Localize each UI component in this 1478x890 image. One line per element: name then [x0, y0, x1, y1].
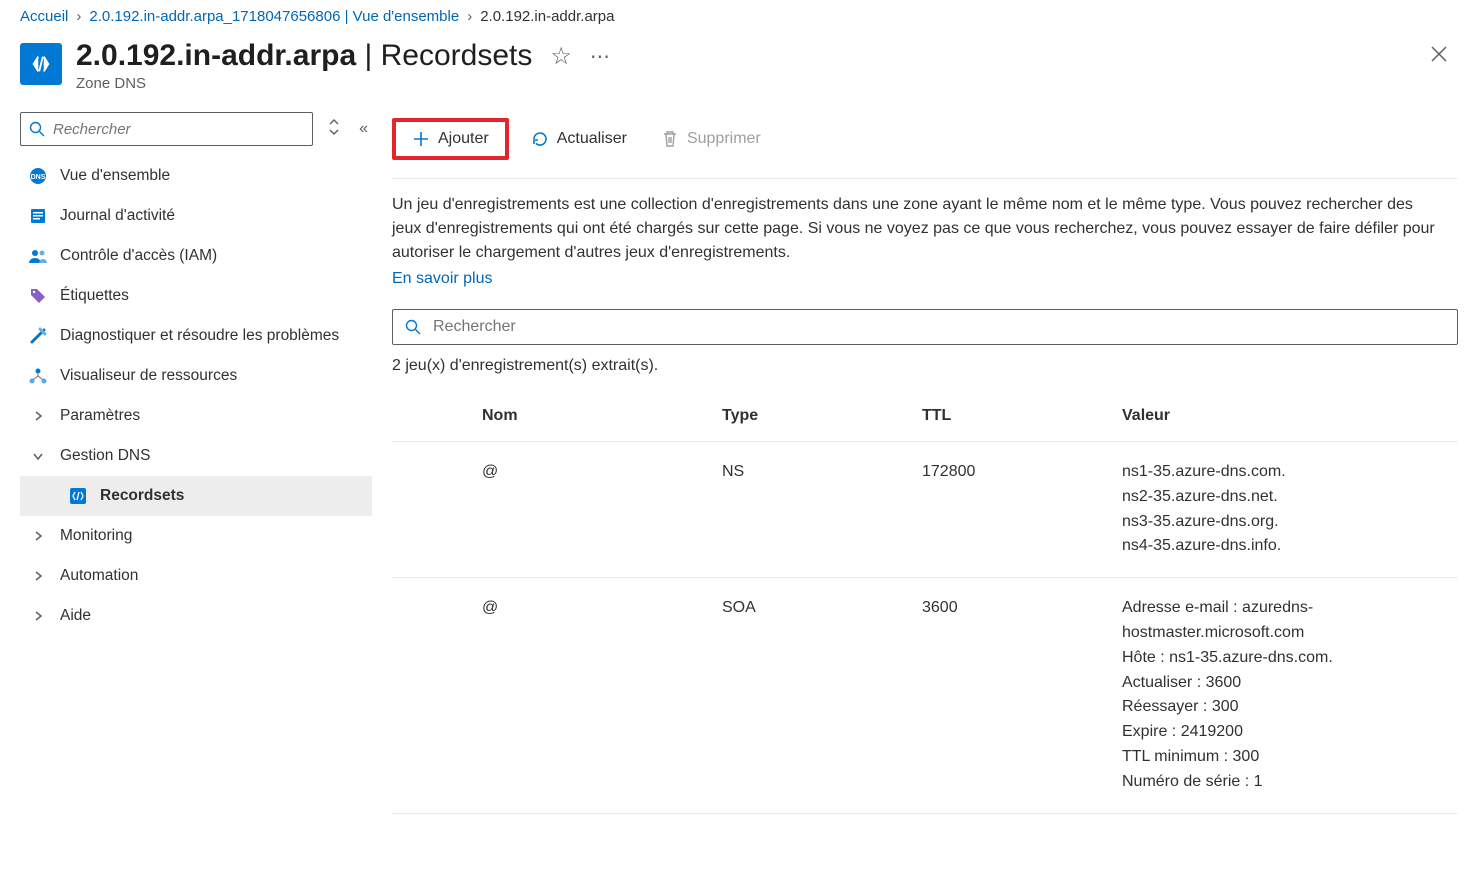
sidebar-search-input[interactable] — [53, 121, 304, 138]
col-header-type[interactable]: Type — [712, 391, 912, 442]
sidebar-item-activity-log[interactable]: Journal d'activité — [20, 196, 372, 236]
col-header-name[interactable]: Nom — [472, 391, 712, 442]
activity-log-icon — [28, 208, 48, 224]
table-header-row: Nom Type TTL Valeur — [392, 391, 1458, 442]
diagnose-icon — [28, 327, 48, 345]
recordsets-icon — [68, 488, 88, 504]
sidebar-group-automation[interactable]: Automation — [20, 556, 372, 596]
refresh-icon — [531, 130, 549, 148]
tag-icon — [28, 288, 48, 304]
recordset-search[interactable] — [392, 309, 1458, 345]
table-row[interactable]: @NS172800ns1-35.azure-dns.com.ns2-35.azu… — [392, 442, 1458, 578]
sidebar-group-monitoring[interactable]: Monitoring — [20, 516, 372, 556]
expand-collapse-icon[interactable] — [323, 116, 345, 143]
chevron-right-icon — [28, 571, 48, 581]
sidebar: « DNS Vue d'ensemble Journal d'activité … — [0, 112, 380, 872]
people-icon — [28, 248, 48, 264]
globe-icon: DNS — [28, 167, 48, 185]
sidebar-search[interactable] — [20, 112, 313, 146]
more-actions-icon[interactable]: ⋯ — [590, 44, 612, 69]
chevron-right-icon — [28, 611, 48, 621]
cell-ttl: 3600 — [912, 578, 1112, 813]
sidebar-item-iam[interactable]: Contrôle d'accès (IAM) — [20, 236, 372, 276]
plus-icon — [412, 130, 430, 148]
main-content: Ajouter Actualiser Supprimer Un jeu d'en… — [380, 112, 1478, 872]
cell-name: @ — [472, 578, 712, 813]
resource-visualizer-icon — [28, 368, 48, 384]
highlight-add-button: Ajouter — [392, 118, 509, 160]
favorite-star-icon[interactable]: ☆ — [550, 42, 572, 71]
cell-name: @ — [472, 442, 712, 578]
chevron-down-icon — [28, 451, 48, 461]
sidebar-item-diagnose[interactable]: Diagnostiquer et résoudre les problèmes — [20, 316, 372, 356]
sidebar-group-help[interactable]: Aide — [20, 596, 372, 636]
command-bar: Ajouter Actualiser Supprimer — [392, 112, 1458, 179]
breadcrumb-home[interactable]: Accueil — [20, 8, 68, 25]
close-blade-button[interactable] — [1420, 39, 1458, 74]
sidebar-item-resource-visualizer[interactable]: Visualiseur de ressources — [20, 356, 372, 396]
trash-icon — [661, 130, 679, 148]
page-header: 2.0.192.in-addr.arpa | Recordsets ☆ ⋯ Zo… — [0, 33, 1478, 112]
svg-text:DNS: DNS — [31, 174, 46, 181]
delete-button: Supprimer — [649, 124, 773, 154]
recordset-search-input[interactable] — [433, 318, 1445, 336]
col-header-value[interactable]: Valeur — [1112, 391, 1458, 442]
cell-value: Adresse e-mail : azuredns-hostmaster.mic… — [1112, 578, 1458, 813]
search-icon — [29, 121, 45, 137]
result-count: 2 jeu(x) d'enregistrement(s) extrait(s). — [392, 345, 1458, 381]
page-title: 2.0.192.in-addr.arpa | Recordsets — [76, 39, 532, 73]
sidebar-item-recordsets[interactable]: Recordsets — [20, 476, 372, 516]
sidebar-nav: DNS Vue d'ensemble Journal d'activité Co… — [20, 156, 372, 636]
chevron-right-icon: › — [76, 8, 81, 25]
info-text: Un jeu d'enregistrements est une collect… — [392, 179, 1442, 295]
cell-ttl: 172800 — [912, 442, 1112, 578]
collapse-sidebar-icon[interactable]: « — [355, 118, 372, 140]
refresh-button[interactable]: Actualiser — [519, 124, 639, 154]
sidebar-group-dns-management[interactable]: Gestion DNS — [20, 436, 372, 476]
add-button[interactable]: Ajouter — [400, 124, 501, 154]
chevron-right-icon: › — [467, 8, 472, 25]
learn-more-link[interactable]: En savoir plus — [392, 267, 493, 291]
sidebar-item-overview[interactable]: DNS Vue d'ensemble — [20, 156, 372, 196]
chevron-right-icon — [28, 531, 48, 541]
sidebar-group-settings[interactable]: Paramètres — [20, 396, 372, 436]
col-header-ttl[interactable]: TTL — [912, 391, 1112, 442]
dns-zone-icon — [20, 43, 62, 85]
breadcrumb-current[interactable]: 2.0.192.in-addr.arpa — [480, 8, 614, 25]
chevron-right-icon — [28, 411, 48, 421]
cell-type: SOA — [712, 578, 912, 813]
search-icon — [405, 319, 421, 335]
table-row[interactable]: @SOA3600Adresse e-mail : azuredns-hostma… — [392, 578, 1458, 813]
recordsets-table: Nom Type TTL Valeur @NS172800ns1-35.azur… — [392, 391, 1458, 814]
sidebar-item-tags[interactable]: Étiquettes — [20, 276, 372, 316]
breadcrumb: Accueil › 2.0.192.in-addr.arpa_171804765… — [0, 0, 1478, 33]
page-subtitle: Zone DNS — [76, 75, 1420, 92]
cell-type: NS — [712, 442, 912, 578]
breadcrumb-parent[interactable]: 2.0.192.in-addr.arpa_1718047656806 | Vue… — [89, 8, 459, 25]
cell-value: ns1-35.azure-dns.com.ns2-35.azure-dns.ne… — [1112, 442, 1458, 578]
